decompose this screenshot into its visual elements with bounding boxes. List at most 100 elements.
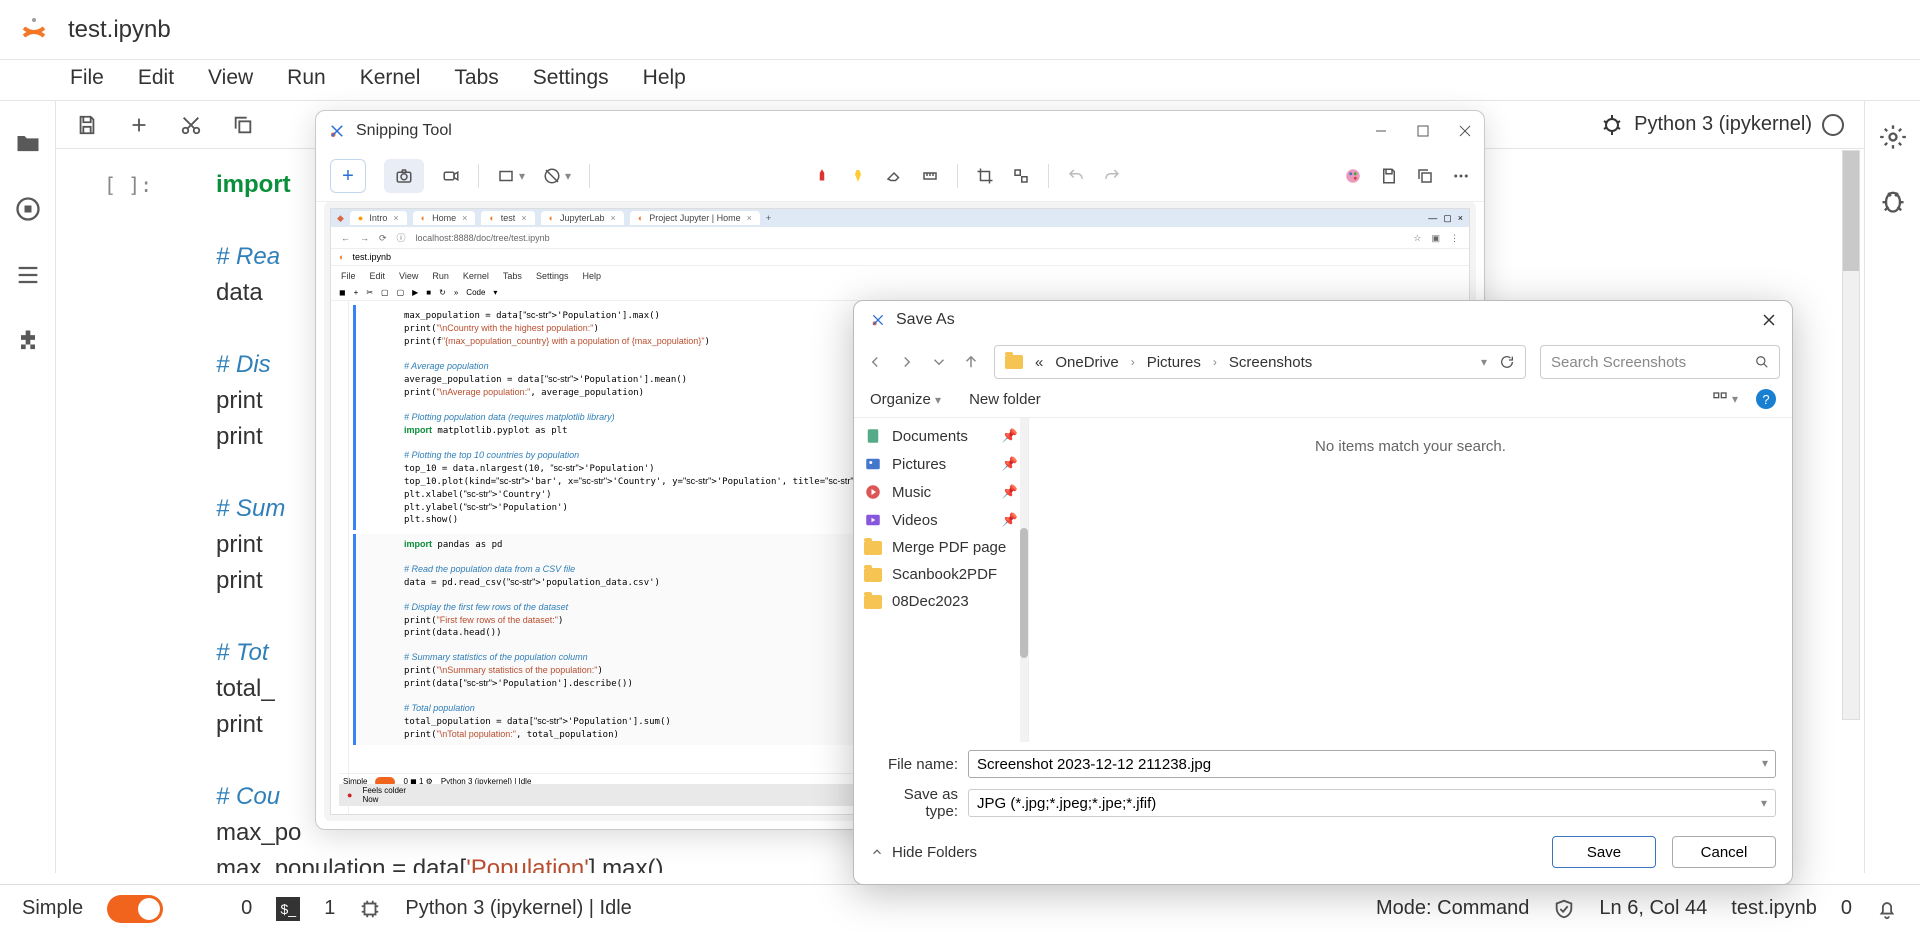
- tree-videos[interactable]: Videos📌: [854, 506, 1028, 534]
- delay-dropdown[interactable]: ▾: [543, 167, 571, 185]
- running-icon[interactable]: [14, 195, 42, 223]
- debug-icon[interactable]: [1879, 187, 1907, 215]
- folder-icon[interactable]: [14, 129, 42, 157]
- filename-label: File name:: [870, 756, 958, 773]
- folder-tree: Documents📌 Pictures📌 Music📌 Videos📌 Merg…: [854, 418, 1029, 742]
- help-icon[interactable]: ?: [1756, 389, 1776, 409]
- close-dialog-icon[interactable]: [1762, 313, 1776, 327]
- redo-icon[interactable]: [1103, 167, 1121, 185]
- hide-folders-button[interactable]: Hide Folders: [870, 844, 977, 861]
- paint-icon[interactable]: [1344, 167, 1362, 185]
- extensions-icon[interactable]: [14, 327, 42, 355]
- close-icon[interactable]: [1458, 124, 1472, 138]
- menu-kernel[interactable]: Kernel: [360, 66, 421, 90]
- snip-titlebar[interactable]: Snipping Tool: [316, 111, 1484, 151]
- nav-forward-icon[interactable]: [898, 353, 916, 371]
- shape-dropdown[interactable]: ▾: [497, 167, 525, 185]
- video-mode-icon[interactable]: [442, 167, 460, 185]
- cut-icon[interactable]: [180, 114, 202, 136]
- scrollbar[interactable]: [1842, 150, 1860, 720]
- status-one: 1: [324, 897, 335, 920]
- path-segment[interactable]: OneDrive: [1055, 354, 1118, 371]
- save-titlebar[interactable]: Save As: [854, 301, 1792, 339]
- inner-title: test.ipynb: [352, 251, 391, 263]
- crop-icon[interactable]: [976, 167, 994, 185]
- menu-tabs[interactable]: Tabs: [454, 66, 498, 90]
- save-button[interactable]: Save: [1552, 836, 1656, 868]
- status-lncol: Ln 6, Col 44: [1599, 897, 1707, 920]
- status-notif: 0: [1841, 897, 1852, 920]
- maximize-icon[interactable]: [1416, 124, 1430, 138]
- gear-icon[interactable]: [1879, 123, 1907, 151]
- tree-folder[interactable]: Scanbook2PDF: [854, 561, 1028, 588]
- copy-icon[interactable]: [232, 114, 254, 136]
- status-file: test.ipynb: [1731, 897, 1817, 920]
- status-kernel: Python 3 (ipykernel) | Idle: [405, 897, 631, 920]
- nav-up-icon[interactable]: [962, 353, 980, 371]
- url-text: localhost:8888/doc/tree/test.ipynb: [416, 232, 550, 244]
- menu-run[interactable]: Run: [287, 66, 326, 90]
- pen-red-icon[interactable]: [813, 167, 831, 185]
- tree-folder[interactable]: 08Dec2023: [854, 588, 1028, 615]
- folder-icon: [1005, 355, 1023, 369]
- path-segment[interactable]: Screenshots: [1229, 354, 1312, 371]
- kernel-name[interactable]: Python 3 (ipykernel): [1634, 113, 1812, 136]
- save-as-dialog: Save As « OneDrive› Pictures› Screenshot…: [853, 300, 1793, 885]
- menu-view[interactable]: View: [208, 66, 253, 90]
- path-bar[interactable]: « OneDrive› Pictures› Screenshots ▾: [994, 345, 1526, 379]
- search-placeholder: Search Screenshots: [1551, 354, 1686, 371]
- page-title: test.ipynb: [68, 16, 171, 44]
- tree-music[interactable]: Music📌: [854, 478, 1028, 506]
- menu-settings[interactable]: Settings: [533, 66, 609, 90]
- tree-folder[interactable]: Merge PDF page: [854, 534, 1028, 561]
- file-list[interactable]: No items match your search.: [1029, 418, 1792, 742]
- minimize-icon[interactable]: [1374, 124, 1388, 138]
- browser-tab: ◐Home×: [413, 211, 476, 225]
- path-segment[interactable]: Pictures: [1147, 354, 1201, 371]
- save-icon[interactable]: [1380, 167, 1398, 185]
- inner-menubar: FileEditViewRunKernelTabsSettingsHelp: [331, 266, 1469, 286]
- nav-recent-icon[interactable]: [930, 353, 948, 371]
- filetype-select[interactable]: JPG (*.jpg;*.jpeg;*.jpe;*.jfif)▾: [968, 789, 1776, 817]
- highlighter-icon[interactable]: [849, 167, 867, 185]
- cell-prompt: [ ]:: [104, 167, 152, 203]
- add-cell-icon[interactable]: [128, 114, 150, 136]
- new-snip-button[interactable]: +: [330, 159, 366, 193]
- ruler-icon[interactable]: [921, 167, 939, 185]
- menu-file[interactable]: File: [70, 66, 104, 90]
- view-mode-dropdown[interactable]: ▾: [1712, 391, 1738, 407]
- search-box[interactable]: Search Screenshots: [1540, 345, 1780, 379]
- browser-tab: ●Intro×: [350, 211, 407, 225]
- resize-icon[interactable]: [1012, 167, 1030, 185]
- organize-dropdown[interactable]: Organize ▾: [870, 391, 941, 408]
- menu-edit[interactable]: Edit: [138, 66, 174, 90]
- camera-mode-button[interactable]: [384, 159, 424, 193]
- save-icon[interactable]: [76, 114, 98, 136]
- terminal-icon[interactable]: $_: [276, 897, 300, 921]
- toc-icon[interactable]: [14, 261, 42, 289]
- snip-title-text: Snipping Tool: [356, 122, 452, 140]
- menu-help[interactable]: Help: [643, 66, 686, 90]
- scrollbar-thumb[interactable]: [1843, 151, 1859, 271]
- empty-message: No items match your search.: [1315, 438, 1506, 455]
- tree-scrollbar[interactable]: [1020, 418, 1028, 742]
- new-folder-button[interactable]: New folder: [969, 391, 1041, 408]
- cancel-button[interactable]: Cancel: [1672, 836, 1776, 868]
- undo-icon[interactable]: [1067, 167, 1085, 185]
- refresh-icon[interactable]: [1499, 354, 1515, 370]
- snip-toolbar: + ▾ ▾: [316, 151, 1484, 202]
- filename-input[interactable]: [968, 750, 1776, 778]
- jupyter-right-sidebar: [1864, 101, 1920, 873]
- eraser-icon[interactable]: [885, 167, 903, 185]
- bell-icon[interactable]: [1876, 898, 1898, 920]
- status-zero: 0: [241, 897, 252, 920]
- tree-pictures[interactable]: Pictures📌: [854, 450, 1028, 478]
- browser-tab: ◐Project Jupyter | Home×: [630, 211, 760, 225]
- bug-icon[interactable]: [1600, 113, 1624, 137]
- more-icon[interactable]: [1452, 167, 1470, 185]
- jupyter-logo-icon: [18, 14, 50, 46]
- nav-back-icon[interactable]: [866, 353, 884, 371]
- tree-documents[interactable]: Documents📌: [854, 422, 1028, 450]
- copy-snip-icon[interactable]: [1416, 167, 1434, 185]
- simple-toggle[interactable]: [107, 895, 163, 923]
